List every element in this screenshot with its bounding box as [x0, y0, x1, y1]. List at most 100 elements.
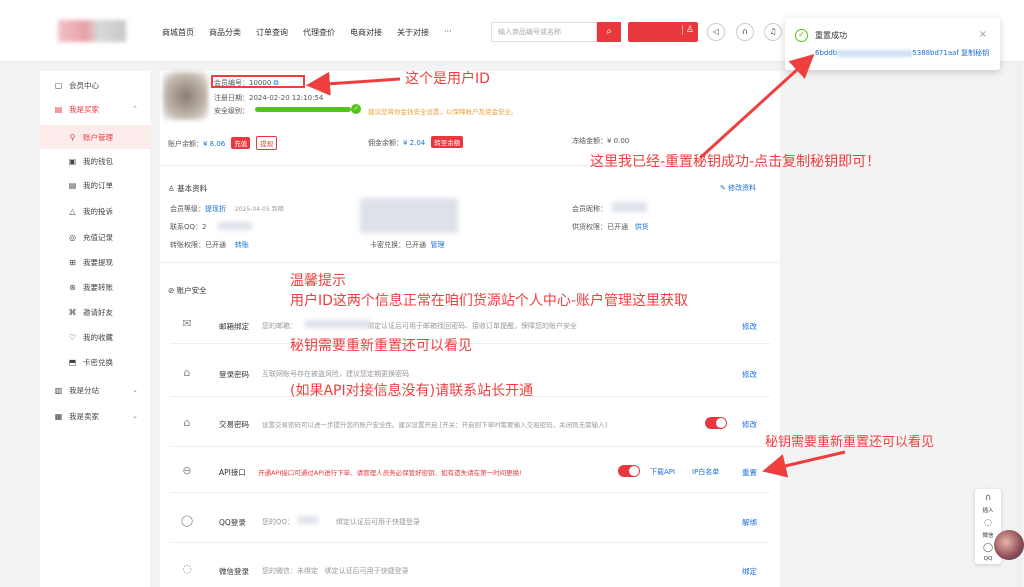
annotation-user-id: 这个是用户ID: [405, 71, 490, 87]
qq-login-title: QQ登录: [219, 518, 246, 527]
trade-password-title: 交易密码: [219, 420, 249, 429]
sidebar-item-wallet[interactable]: ▣ 我的钱包: [40, 149, 150, 173]
nav-category[interactable]: 商品分类: [209, 27, 241, 38]
sidebar-icon: ⌘: [68, 307, 77, 317]
user-menu-button[interactable]: ♙: [628, 22, 698, 42]
api-toggle[interactable]: [618, 465, 640, 477]
search-button[interactable]: ⌕: [597, 22, 621, 42]
download-api-link[interactable]: 下载API: [650, 467, 675, 477]
qq-redacted: [218, 222, 252, 230]
sidebar-icon: ▥: [54, 385, 63, 395]
qq-value: 2: [202, 223, 207, 231]
sidebar-item-substation[interactable]: ▥ 我是分站 ⌄: [40, 378, 150, 402]
mail-icon: ✉: [182, 317, 192, 330]
support-avatar[interactable]: [994, 530, 1024, 560]
bell-icon[interactable]: ♫: [764, 23, 782, 41]
transfer-permission: 转账权限：已开通 转账: [170, 240, 249, 250]
sidebar-item-invite[interactable]: ⌘ 邀请好友: [40, 300, 150, 324]
close-icon[interactable]: ×: [979, 29, 987, 40]
ip-whitelist-link[interactable]: IP白名单: [692, 467, 719, 477]
trade-password-desc: 设置交易密码可以进一步提升您的账户安全性。建议设置开启 [开关：开启则下单时需要…: [262, 421, 608, 429]
sidebar-item-buyer[interactable]: ▤ 我是买家 ⌃: [40, 97, 150, 121]
member-level: 会员等级：提现折 2025-04-05 到期: [170, 204, 284, 214]
api-title: API接口: [219, 468, 246, 477]
qq-login-desc: 您的QQ： 绑定认证后可用于快捷登录: [262, 517, 420, 527]
reset-key-link[interactable]: 重置: [742, 467, 757, 478]
sidebar-item-label: 我是分站: [69, 385, 99, 395]
nav-order-query[interactable]: 订单查询: [256, 27, 288, 38]
wechat-icon: ◌: [182, 562, 192, 575]
sidebar-icon: ⬒: [68, 357, 77, 367]
sidebar-item-favorites[interactable]: ♡ 我的收藏: [40, 325, 150, 349]
email-desc-detail: 绑定认证后可用于邮箱找回密码、接收订单提醒，保障您的账户安全: [367, 322, 577, 330]
trade-password-toggle[interactable]: [705, 417, 727, 429]
login-password-desc: 互联网账号存在被盗风险，建议您定期更换密码: [262, 370, 409, 378]
sidebar-icon: ♡: [68, 332, 77, 342]
sidebar-item-recharge-records[interactable]: ◎ 充值记录: [40, 225, 150, 249]
sidebar-item-card-exchange[interactable]: ⬒ 卡密兑换: [40, 350, 150, 374]
annotation-tip-title: 温馨提示: [290, 273, 346, 289]
sidebar-item-account-manage[interactable]: ⚲ 账户管理: [40, 125, 150, 149]
page-scrollbar[interactable]: [1016, 62, 1022, 587]
sidebar-item-label: 账户管理: [83, 132, 113, 142]
float-insert-label[interactable]: 插入: [975, 506, 1001, 514]
volume-icon[interactable]: ◁: [707, 23, 725, 41]
float-qq-label[interactable]: QQ: [975, 556, 1001, 562]
site-logo[interactable]: [58, 20, 126, 42]
headset-icon[interactable]: ∩: [975, 493, 1001, 503]
qq-unbind-link[interactable]: 解绑: [742, 517, 757, 528]
transfer-link[interactable]: 转账: [235, 241, 249, 249]
key-redacted: [837, 49, 913, 57]
wechat-login-detail: 绑定认证后可用于快捷登录: [324, 567, 409, 575]
nav-about[interactable]: 关于对接: [397, 27, 429, 38]
nav-ecommerce[interactable]: 电商对接: [350, 27, 382, 38]
nav-home[interactable]: 商城首页: [162, 27, 194, 38]
trade-password-modify-link[interactable]: 修改: [742, 419, 757, 430]
search-input[interactable]: 输入商品编号或名称: [491, 22, 597, 42]
sidebar-item-seller[interactable]: ▦ 我是卖家 ⌄: [40, 404, 150, 428]
card-manage-link[interactable]: 管理: [430, 241, 444, 249]
commission-label: 佣金余额：: [368, 139, 403, 147]
edit-profile-link[interactable]: ✎ 修改资料: [720, 183, 756, 193]
supply-link[interactable]: 供货: [635, 223, 649, 231]
nickname-redacted: [612, 202, 647, 212]
wechat-login-title: 微信登录: [219, 567, 249, 576]
divider: [170, 446, 770, 447]
qq-login-label: 您的QQ：: [262, 518, 295, 526]
lock-icon: ⌂: [183, 416, 191, 429]
sidebar-item-orders[interactable]: ▤ 我的订单: [40, 173, 150, 197]
check-circle-icon: ✓: [795, 29, 808, 42]
key-suffix: 5388bd71aaf: [912, 49, 959, 57]
sidebar-item-complaints[interactable]: △ 我的投诉: [40, 199, 150, 223]
email-modify-link[interactable]: 修改: [742, 321, 757, 332]
card-label: 卡密兑换：: [370, 241, 405, 249]
wechat-icon[interactable]: ◌: [975, 518, 1001, 528]
sidebar-item-member-center[interactable]: ▢ 会员中心: [40, 73, 150, 97]
login-password-modify-link[interactable]: 修改: [742, 369, 757, 380]
wechat-bind-link[interactable]: 绑定: [742, 566, 757, 577]
sidebar-icon: ▤: [54, 104, 63, 114]
nav-agent-price[interactable]: 代理查价: [303, 27, 335, 38]
lock-icon: ⌂: [183, 366, 191, 379]
sidebar-icon: ⊞: [69, 257, 76, 267]
qq-icon: ◯: [180, 514, 194, 527]
transfer-to-balance-button[interactable]: 转至余额: [431, 136, 464, 148]
avatar: [163, 72, 208, 120]
annotation-reset-again: 秘钥需要重新重置还可以看见: [765, 435, 935, 450]
security-tip: 建议您将你金钱安全设置，以保障账户及资金安全。: [368, 108, 518, 116]
sidebar-item-withdraw[interactable]: ⊞ 我要提现: [40, 250, 150, 274]
recharge-button[interactable]: 充值: [231, 137, 251, 149]
sidebar-icon: ⊛: [69, 282, 76, 292]
headset-icon[interactable]: ∩: [736, 23, 754, 41]
withdraw-button[interactable]: 提现: [256, 136, 278, 150]
member-level-value[interactable]: 提现折: [205, 205, 226, 213]
annotation-tip-line2: 秘钥需要重新重置还可以看见: [290, 338, 472, 354]
sidebar-item-transfer[interactable]: ⊛ 我要转账: [40, 275, 150, 299]
copy-key-link[interactable]: 复制秘钥: [961, 49, 989, 57]
email-redacted: [305, 320, 371, 328]
login-password-title: 登录密码: [219, 370, 249, 379]
sidebar-item-label: 我的收藏: [83, 332, 113, 342]
nav-more[interactable]: ···: [444, 27, 452, 38]
account-security-text: 账户安全: [176, 286, 207, 295]
annotation-id-box: [211, 75, 305, 88]
